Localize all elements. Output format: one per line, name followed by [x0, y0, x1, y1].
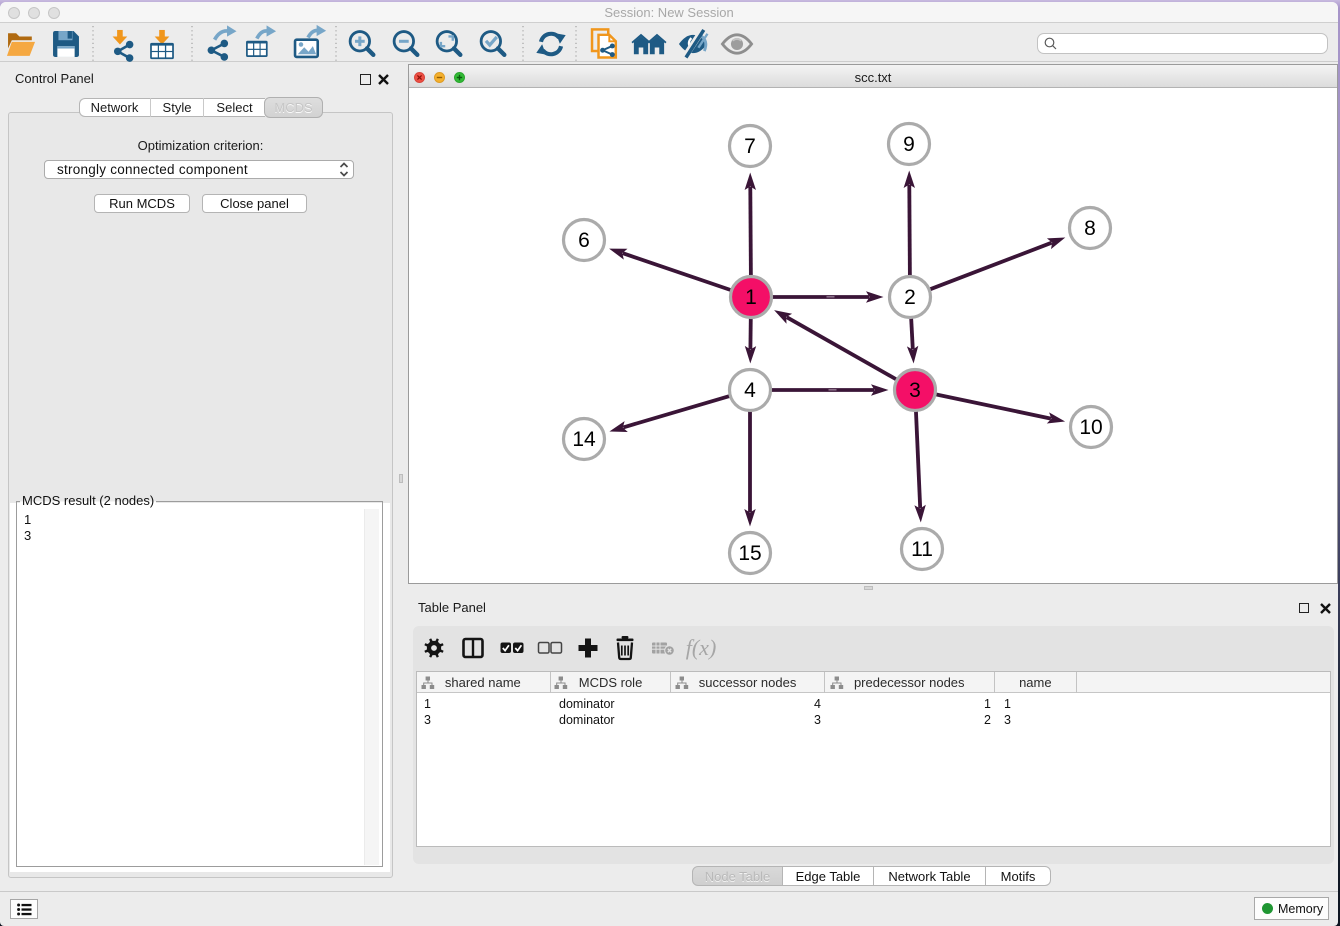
- svg-text:15: 15: [738, 542, 761, 565]
- svg-text:1: 1: [745, 286, 757, 309]
- svg-text:7: 7: [744, 135, 756, 158]
- svg-text:f(x): f(x): [686, 635, 717, 660]
- svg-text:14: 14: [572, 428, 596, 451]
- svg-text:4: 4: [744, 379, 756, 402]
- svg-text:11: 11: [911, 538, 933, 561]
- svg-text:2: 2: [904, 286, 916, 309]
- svg-text:10: 10: [1079, 416, 1102, 439]
- svg-text:8: 8: [1084, 217, 1096, 240]
- svg-text:3: 3: [909, 379, 921, 402]
- svg-text:9: 9: [903, 133, 915, 156]
- svg-text:6: 6: [578, 229, 590, 252]
